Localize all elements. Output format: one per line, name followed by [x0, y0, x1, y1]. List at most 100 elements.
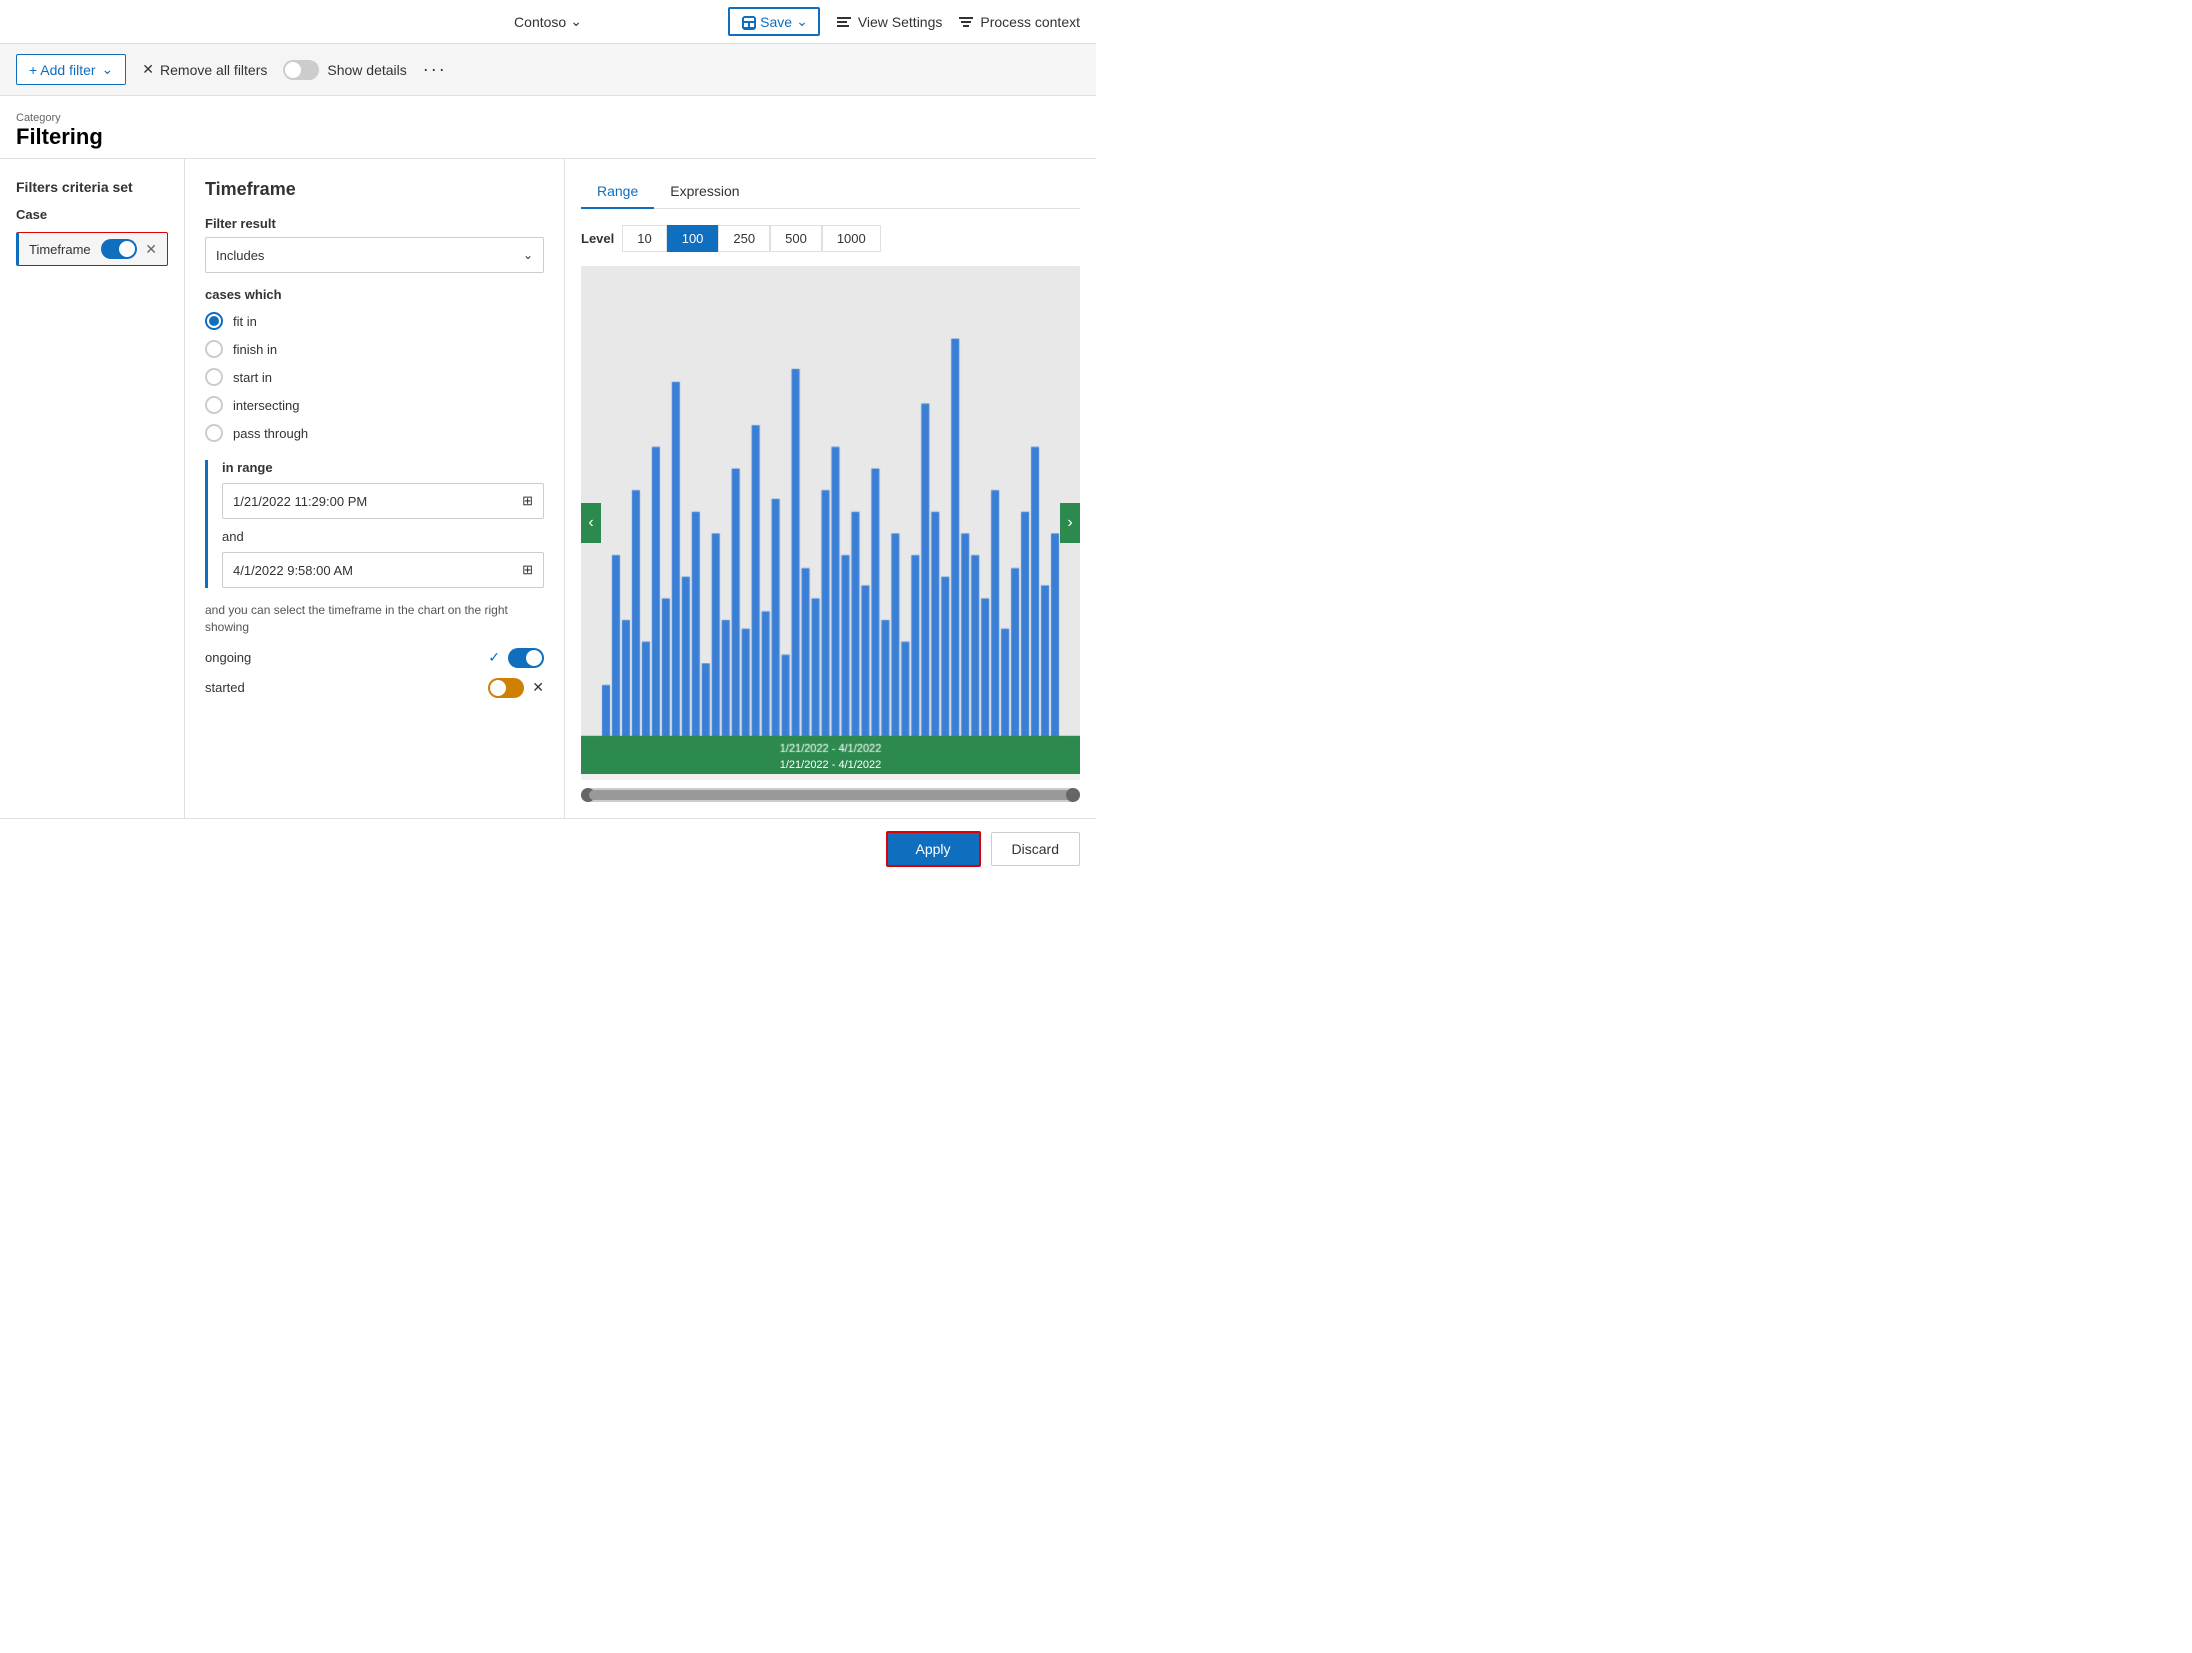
ongoing-row: ongoing ✓: [205, 648, 544, 668]
remove-x-icon: ✕: [142, 61, 154, 78]
info-text: and you can select the timeframe in the …: [205, 602, 544, 636]
level-1000-button[interactable]: 1000: [822, 225, 881, 252]
save-chevron-icon[interactable]: ⌄: [796, 13, 808, 30]
right-panel: Range Expression Level 10 100 250 500 10…: [565, 159, 1096, 818]
category-label: Category: [16, 112, 1080, 124]
ongoing-label: ongoing: [205, 650, 251, 665]
radio-pass-through[interactable]: pass through: [205, 424, 544, 442]
level-100-button[interactable]: 100: [667, 225, 719, 252]
radio-intersecting-label: intersecting: [233, 398, 299, 413]
ongoing-toggle[interactable]: [508, 648, 544, 668]
radio-finish-in[interactable]: finish in: [205, 340, 544, 358]
calendar-icon[interactable]: ⊞: [522, 493, 533, 509]
tabs: Range Expression: [581, 175, 1080, 209]
view-settings-label: View Settings: [858, 14, 943, 30]
date-end-input[interactable]: 4/1/2022 9:58:00 AM ⊞: [222, 552, 544, 588]
apply-button[interactable]: Apply: [886, 831, 981, 867]
ongoing-controls: ✓: [488, 648, 544, 668]
timeframe-toggle[interactable]: [101, 239, 137, 259]
radio-fit-in-label: fit in: [233, 314, 257, 329]
level-row: Level 10 100 250 500 1000: [581, 225, 1080, 252]
tab-expression[interactable]: Expression: [654, 175, 755, 209]
radio-finish-in-label: finish in: [233, 342, 277, 357]
filter-result-value: Includes: [216, 248, 264, 263]
date-start-input[interactable]: 1/21/2022 11:29:00 PM ⊞: [222, 483, 544, 519]
started-row: started ✕: [205, 678, 544, 698]
timeframe-title: Timeframe: [205, 179, 544, 200]
cases-which-label: cases which: [205, 287, 544, 302]
radio-fit-in-circle[interactable]: [205, 312, 223, 330]
radio-intersecting-circle[interactable]: [205, 396, 223, 414]
show-details-toggle-switch[interactable]: [283, 60, 319, 80]
process-context-label: Process context: [980, 14, 1080, 30]
scrollbar-thumb[interactable]: [589, 790, 1072, 800]
date-end-value: 4/1/2022 9:58:00 AM: [233, 563, 353, 578]
view-settings-action[interactable]: View Settings: [836, 14, 943, 30]
company-name[interactable]: Contoso: [514, 14, 566, 30]
chart-date-label: 1/21/2022 - 4/1/2022: [581, 756, 1080, 774]
timeframe-filter-item[interactable]: Timeframe ✕: [16, 232, 168, 266]
chart-container: ‹ › 1/21/2022 - 4/1/2022: [581, 266, 1080, 780]
chart-nav-right-button[interactable]: ›: [1060, 503, 1080, 543]
top-nav: Contoso ⌄ Save ⌄ View Settings Process c…: [0, 0, 1096, 44]
discard-button[interactable]: Discard: [991, 832, 1080, 866]
in-range-label: in range: [222, 460, 544, 475]
radio-finish-in-circle[interactable]: [205, 340, 223, 358]
filter-result-select[interactable]: Includes ⌄: [205, 237, 544, 273]
add-filter-button[interactable]: + Add filter ⌄: [16, 54, 126, 85]
company-chevron-icon[interactable]: ⌄: [570, 13, 582, 30]
mid-panel: Timeframe Filter result Includes ⌄ cases…: [185, 159, 565, 818]
save-icon: [740, 14, 756, 30]
radio-start-in-label: start in: [233, 370, 272, 385]
started-x-icon[interactable]: ✕: [532, 679, 544, 696]
started-toggle[interactable]: [488, 678, 524, 698]
level-label: Level: [581, 231, 614, 246]
ongoing-check-icon: ✓: [488, 649, 500, 666]
radio-start-in[interactable]: start in: [205, 368, 544, 386]
scrollbar-handle-right[interactable]: [1066, 788, 1080, 802]
remove-filters-label: Remove all filters: [160, 62, 267, 78]
started-label: started: [205, 680, 245, 695]
save-button[interactable]: Save ⌄: [728, 7, 820, 36]
radio-group: fit in finish in start in intersecting p…: [205, 312, 544, 442]
bottom-actions: Apply Discard: [0, 818, 1096, 879]
left-panel: Filters criteria set Case Timeframe ✕: [0, 159, 185, 818]
more-options-button[interactable]: ···: [423, 59, 447, 80]
show-details-label: Show details: [327, 62, 406, 78]
filter-bar: + Add filter ⌄ ✕ Remove all filters Show…: [0, 44, 1096, 96]
tab-range[interactable]: Range: [581, 175, 654, 209]
view-settings-icon: [836, 14, 852, 30]
radio-fit-in[interactable]: fit in: [205, 312, 544, 330]
show-details-toggle: Show details: [283, 60, 406, 80]
criteria-title: Filters criteria set: [16, 179, 168, 195]
chart-nav-left-button[interactable]: ‹: [581, 503, 601, 543]
main-content: Filters criteria set Case Timeframe ✕ Ti…: [0, 158, 1096, 818]
filter-result-label: Filter result: [205, 216, 544, 231]
add-filter-label: + Add filter: [29, 62, 96, 78]
remove-filters-button[interactable]: ✕ Remove all filters: [142, 61, 267, 78]
level-250-button[interactable]: 250: [718, 225, 770, 252]
timeframe-label: Timeframe: [29, 242, 93, 257]
nav-center: Contoso ⌄: [514, 13, 582, 30]
started-controls: ✕: [488, 678, 544, 698]
process-context-action[interactable]: Process context: [958, 14, 1080, 30]
calendar-end-icon[interactable]: ⊞: [522, 562, 533, 578]
radio-start-in-circle[interactable]: [205, 368, 223, 386]
date-start-value: 1/21/2022 11:29:00 PM: [233, 494, 367, 509]
nav-right: Save ⌄ View Settings Process context: [728, 0, 1080, 43]
category-section: Category Filtering: [0, 96, 1096, 158]
and-label: and: [222, 529, 544, 544]
add-filter-chevron-icon: ⌄: [102, 61, 114, 78]
level-500-button[interactable]: 500: [770, 225, 822, 252]
timeframe-close-icon[interactable]: ✕: [145, 241, 157, 258]
process-context-icon: [958, 14, 974, 30]
case-label: Case: [16, 207, 168, 222]
radio-intersecting[interactable]: intersecting: [205, 396, 544, 414]
range-section: in range 1/21/2022 11:29:00 PM ⊞ and 4/1…: [205, 460, 544, 588]
chart-scrollbar[interactable]: [581, 788, 1080, 802]
chart-canvas: [581, 266, 1080, 760]
save-label: Save: [760, 14, 792, 30]
radio-pass-through-circle[interactable]: [205, 424, 223, 442]
chart-inner: ‹ › 1/21/2022 - 4/1/2022: [581, 266, 1080, 780]
level-10-button[interactable]: 10: [622, 225, 666, 252]
